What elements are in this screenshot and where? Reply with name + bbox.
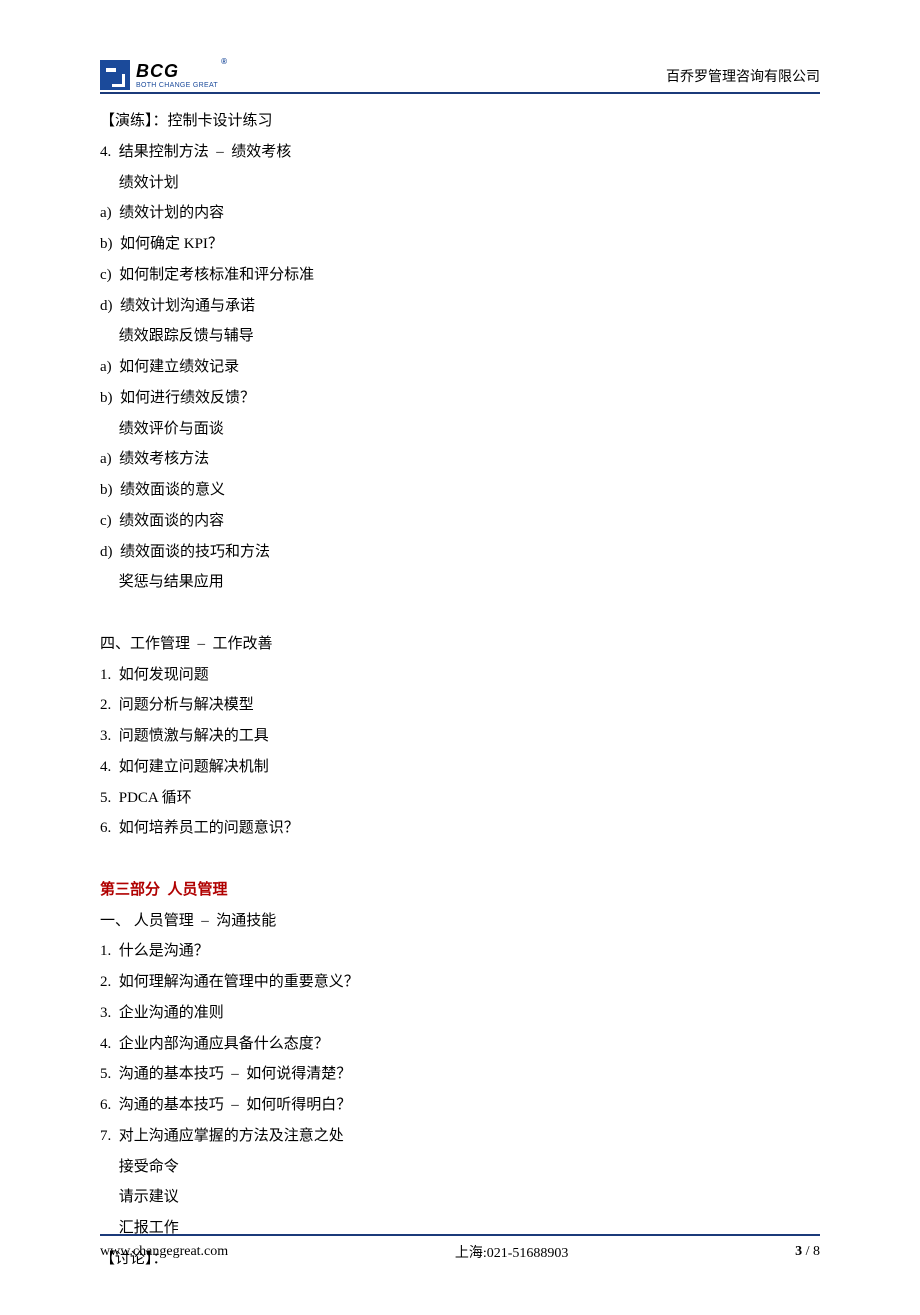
body-line: 3. 企业沟通的准则	[100, 998, 820, 1029]
body-line: d) 绩效面谈的技巧和方法	[100, 537, 820, 568]
footer-contact: 上海:021-51688903	[455, 1242, 569, 1262]
body-line: a) 绩效考核方法	[100, 444, 820, 475]
body-line: 四、工作管理 – 工作改善	[100, 629, 820, 660]
body-line: 6. 沟通的基本技巧 – 如何听得明白？	[100, 1090, 820, 1121]
body-line: 绩效跟踪反馈与辅导	[100, 321, 820, 352]
document-body: 【演练】：控制卡设计练习4. 结果控制方法 – 绩效考核 绩效计划a) 绩效计划…	[100, 106, 820, 1275]
body-line	[100, 598, 820, 629]
body-line: 【演练】：控制卡设计练习	[100, 106, 820, 137]
body-line: 接受命令	[100, 1152, 820, 1183]
footer-website: www.changegreat.com	[100, 1244, 228, 1260]
body-line: c) 绩效面谈的内容	[100, 506, 820, 537]
body-line: d) 绩效计划沟通与承诺	[100, 291, 820, 322]
body-line: 5. PDCA 循环	[100, 783, 820, 814]
logo-mark-icon	[100, 60, 130, 90]
body-line: 4. 企业内部沟通应具备什么态度？	[100, 1029, 820, 1060]
footer-page-number: 3 / 8	[795, 1244, 820, 1260]
body-line: 绩效评价与面谈	[100, 414, 820, 445]
body-line: 2. 如何理解沟通在管理中的重要意义？	[100, 967, 820, 998]
body-line	[100, 844, 820, 875]
logo-text-main: BCG	[136, 62, 218, 80]
body-line: 5. 沟通的基本技巧 – 如何说得清楚？	[100, 1059, 820, 1090]
body-line: 请示建议	[100, 1182, 820, 1213]
body-line: 1. 如何发现问题	[100, 660, 820, 691]
body-line: b) 如何确定 KPI？	[100, 229, 820, 260]
body-line: 绩效计划	[100, 168, 820, 199]
body-line: 第三部分 人员管理	[100, 875, 820, 906]
body-line: a) 如何建立绩效记录	[100, 352, 820, 383]
page-sep: /	[802, 1244, 813, 1259]
body-line: b) 绩效面谈的意义	[100, 475, 820, 506]
body-line: 3. 问题愤激与解决的工具	[100, 721, 820, 752]
body-line: 1. 什么是沟通？	[100, 936, 820, 967]
logo-text-sub: BOTH CHANGE GREAT	[136, 82, 218, 89]
page-total: 8	[813, 1244, 820, 1259]
page-footer: www.changegreat.com 上海:021-51688903 3 / …	[100, 1234, 820, 1262]
company-name: 百乔罗管理咨询有限公司	[666, 66, 820, 86]
body-line: 2. 问题分析与解决模型	[100, 690, 820, 721]
body-line: c) 如何制定考核标准和评分标准	[100, 260, 820, 291]
body-line: 奖惩与结果应用	[100, 567, 820, 598]
body-line: b) 如何进行绩效反馈？	[100, 383, 820, 414]
body-line: a) 绩效计划的内容	[100, 198, 820, 229]
body-line: 6. 如何培养员工的问题意识？	[100, 813, 820, 844]
body-line: 4. 结果控制方法 – 绩效考核	[100, 137, 820, 168]
body-line: 一、 人员管理 – 沟通技能	[100, 906, 820, 937]
page-header: BCG BOTH CHANGE GREAT 百乔罗管理咨询有限公司	[100, 60, 820, 94]
body-line: 7. 对上沟通应掌握的方法及注意之处	[100, 1121, 820, 1152]
body-line: 4. 如何建立问题解决机制	[100, 752, 820, 783]
logo: BCG BOTH CHANGE GREAT	[100, 60, 218, 90]
